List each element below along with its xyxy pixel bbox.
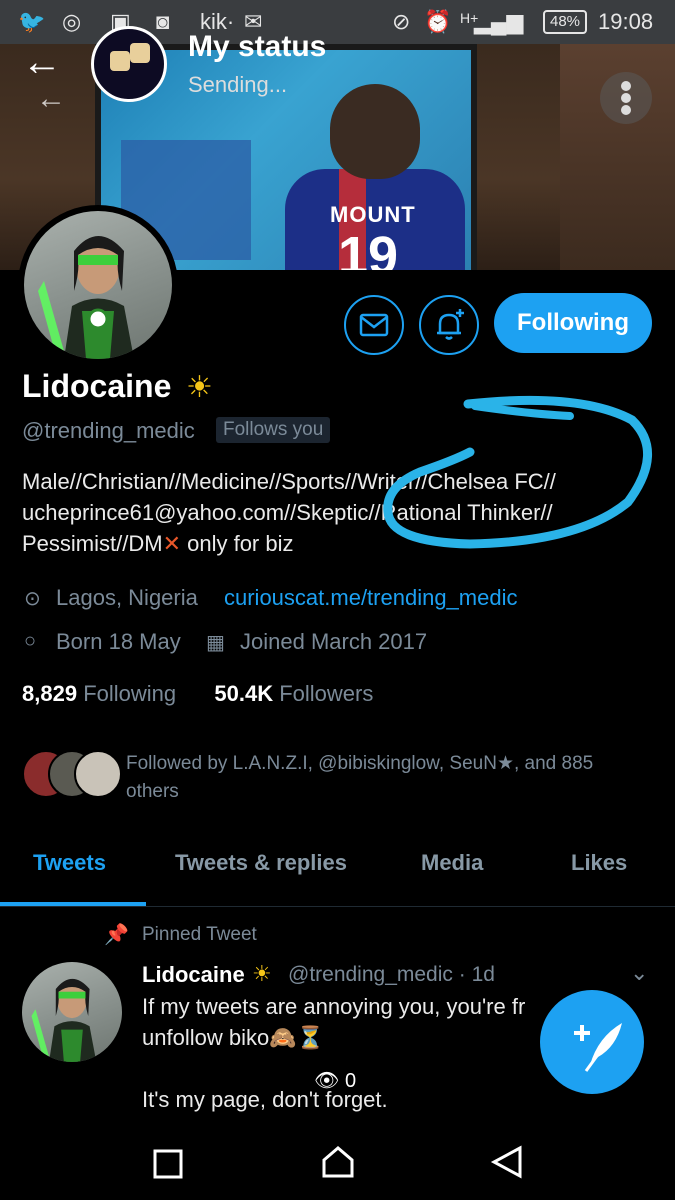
views-count: 0 [344, 1070, 357, 1092]
signal-icon: ▂▄▆ [474, 9, 524, 34]
back-triangle-icon[interactable] [490, 1144, 524, 1180]
android-nav-bar [0, 1120, 675, 1200]
annotation-circle-marker [383, 395, 652, 549]
divider [0, 906, 675, 907]
clock: 19:08 [598, 9, 654, 34]
banner-shirt-number: 19 [338, 226, 399, 270]
sun-emoji-icon: ☀ [186, 371, 213, 404]
birthday-text: Born 18 May [56, 629, 181, 654]
tweet-author-name[interactable]: Lidocaine [142, 962, 245, 988]
status-avatar [91, 26, 167, 102]
tab-media[interactable]: Media [421, 850, 483, 876]
chevron-down-icon[interactable]: ⌄ [630, 960, 648, 986]
balloon-icon: ○ [24, 630, 37, 652]
mutual-followers-avatars[interactable] [22, 750, 122, 800]
notifications-button[interactable] [419, 295, 479, 355]
tab-tweets-replies[interactable]: Tweets & replies [175, 850, 347, 876]
twitter-icon: 🐦 [18, 9, 46, 34]
location-text: Lagos, Nigeria [56, 585, 198, 610]
mail-icon [359, 313, 389, 337]
followers-count-link[interactable]: 50.4K Followers [214, 681, 373, 706]
profile-avatar[interactable] [18, 205, 178, 365]
display-name: Lidocaine [22, 368, 172, 404]
more-options-icon[interactable] [600, 72, 652, 124]
status-views[interactable]: 👁 0 [314, 1068, 356, 1093]
follow-counts: 8,829 Following 50.4K Followers [22, 681, 373, 707]
cross-mark-icon: ✕ [162, 531, 181, 556]
instagram-icon: ◙ [156, 9, 170, 34]
followed-by-text[interactable]: Followed by L.A.N.Z.I, @bibiskinglow, Se… [126, 750, 646, 806]
following-count-link[interactable]: 8,829 Following [22, 681, 176, 706]
pinned-tweet-label: Pinned Tweet [142, 924, 257, 945]
message-button[interactable] [344, 295, 404, 355]
back-arrow-icon[interactable]: ← [22, 42, 66, 84]
tab-likes[interactable]: Likes [571, 850, 627, 876]
tab-tweets[interactable]: Tweets [33, 850, 106, 876]
tweet-meta: @trending_medic · 1d [288, 963, 495, 986]
follows-you-badge: Follows you [216, 417, 331, 443]
sun-emoji-icon: ☀ [252, 961, 272, 986]
avatar [74, 750, 122, 798]
following-button[interactable]: Following [494, 293, 652, 353]
status-sending-text: Sending... [188, 72, 288, 97]
location-pin-icon: ⊙ [24, 588, 41, 610]
tweet-text-line: unfollow biko🙈⏳ [142, 1025, 324, 1050]
status-title: My status [188, 30, 327, 63]
user-handle: @trending_medic [22, 418, 195, 443]
feather-plus-icon [574, 1023, 622, 1072]
banner-shirt-name: MOUNT [330, 202, 416, 227]
compose-tweet-button[interactable] [540, 990, 644, 1094]
tweet-text-line: If my tweets are annoying you, you're fr [142, 994, 526, 1019]
calendar-icon: ▦ [206, 632, 225, 654]
bell-plus-icon [437, 309, 464, 340]
joined-date-text: Joined March 2017 [240, 629, 428, 654]
website-link[interactable]: curiouscat.me/trending_medic [224, 585, 517, 611]
pin-icon: 📌 [104, 924, 129, 946]
eye-icon: 👁 [314, 1070, 340, 1092]
dnd-icon: ⊘ [392, 9, 411, 34]
alarm-icon: ⏰ [424, 9, 452, 34]
home-icon[interactable] [320, 1144, 356, 1180]
tweet-author-avatar[interactable] [22, 962, 122, 1062]
twitter-back-arrow-icon[interactable]: ← [36, 82, 66, 116]
battery-indicator: 48% [543, 10, 588, 34]
whatsapp-icon: ◎ [62, 9, 82, 34]
recent-apps-icon[interactable] [152, 1148, 184, 1180]
